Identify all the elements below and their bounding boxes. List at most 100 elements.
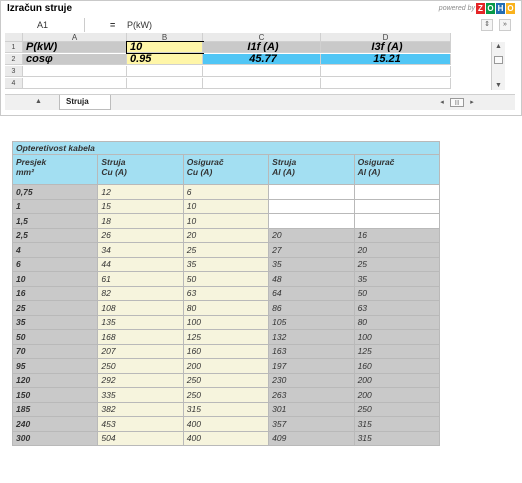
table-cell: 10 (182, 213, 270, 229)
table-cell: 4 (11, 242, 99, 258)
select-all-corner[interactable] (5, 33, 23, 42)
zoho-logo[interactable]: ZOHO (475, 3, 515, 15)
table-cell: 35 (353, 271, 441, 287)
table-cell: 63 (353, 300, 441, 316)
table-cell: 135 (97, 314, 184, 330)
table-cell: 105 (268, 314, 355, 330)
table-cell: 35 (268, 256, 355, 272)
column-header-a[interactable]: A (23, 33, 127, 42)
row-number[interactable]: 2 (5, 54, 23, 65)
table-cell (353, 198, 441, 214)
sheet-cell[interactable] (23, 66, 127, 77)
table-cell: 125 (353, 343, 441, 359)
column-header-c[interactable]: C (203, 33, 321, 42)
table-cell: 1 (11, 198, 99, 214)
sheet-cell[interactable] (321, 66, 451, 77)
row-number[interactable]: 3 (5, 66, 23, 77)
table-cell: 250 (97, 358, 184, 374)
table-cell: 100 (182, 314, 270, 330)
table-cell: 48 (268, 271, 355, 287)
spin-icon[interactable]: ⇕ (481, 19, 493, 31)
table-cell: 197 (268, 358, 355, 374)
table-cell (268, 198, 355, 214)
cable-capacity-table: Opteretivost kabela Presjek mm² Struja Cu (A… (11, 141, 441, 446)
formula-input[interactable] (123, 18, 473, 32)
column-header: Osigurač Cu (A) (182, 154, 270, 185)
sheet-cell[interactable]: 45.77 (203, 54, 321, 65)
horizontal-scrollbar[interactable]: ◂ ||| ▸ (428, 98, 488, 108)
table-cell: 315 (182, 401, 270, 417)
table-cell: 95 (11, 358, 99, 374)
table-cell: 200 (182, 358, 270, 374)
sheet-row: 1 P(kW) 10 I1f (A) I3f (A) (5, 41, 505, 54)
table-cell: 230 (268, 372, 355, 388)
sheet-tab-bar: ▲ Struja ◂ ||| ▸ (5, 94, 515, 110)
sheet-cell[interactable] (127, 66, 203, 77)
table-cell: 250 (182, 387, 270, 403)
table-caption-row: Opteretivost kabela (12, 141, 440, 155)
sheet-cell[interactable] (203, 78, 321, 89)
sheet-cell[interactable]: cosφ (23, 54, 127, 65)
sheet-cell[interactable]: I1f (A) (203, 42, 321, 53)
table-cell: 250 (182, 372, 270, 388)
table-row: 120 292 250 230 200 (11, 372, 441, 388)
table-cell: 35 (11, 314, 99, 330)
scroll-left-icon[interactable]: ◂ (436, 98, 448, 108)
table-cell: 25 (11, 300, 99, 316)
table-cell: 70 (11, 343, 99, 359)
row-number[interactable]: 4 (5, 78, 23, 89)
table-cell: 6 (182, 184, 270, 200)
table-cell: 315 (353, 416, 441, 432)
cell-reference-box[interactable]: A1 (5, 18, 85, 32)
table-row: 1 15 10 (11, 198, 441, 214)
sheet-cell[interactable]: P(kW) (23, 42, 127, 53)
column-header-b[interactable]: B (127, 33, 203, 42)
row-number[interactable]: 1 (5, 42, 23, 53)
table-row: 95 250 200 197 160 (11, 358, 441, 374)
column-header-line: Osigurač (357, 157, 395, 167)
table-cell: 50 (182, 271, 270, 287)
column-header-d[interactable]: D (321, 33, 451, 42)
chevron-down-icon[interactable]: » (499, 19, 511, 31)
table-cell: 64 (268, 285, 355, 301)
table-row: 6 44 35 35 25 (11, 256, 441, 272)
scroll-right-icon[interactable]: ▸ (466, 98, 478, 108)
table-cell: 357 (268, 416, 355, 432)
table-cell (353, 213, 441, 229)
table-cell: 504 (97, 430, 184, 446)
hscroll-thumb[interactable]: ||| (450, 98, 464, 107)
sheet-cell[interactable] (23, 78, 127, 89)
sheet-cell[interactable] (203, 66, 321, 77)
column-header-line: mm² (16, 167, 34, 177)
sheet-cell[interactable]: 15.21 (321, 54, 451, 65)
sheet-cell[interactable] (321, 78, 451, 89)
sheet-tab-struja[interactable]: Struja (59, 95, 111, 110)
table-row: 16 82 63 64 50 (11, 285, 441, 301)
zoho-logo-letter: O (486, 3, 495, 14)
table-cell: 108 (97, 300, 184, 316)
zoho-logo-letter: H (496, 3, 505, 14)
sheet-cell[interactable]: I3f (A) (321, 42, 451, 53)
table-cell: 20 (182, 227, 270, 243)
sheet-cell[interactable] (127, 78, 203, 89)
table-cell: 15 (97, 198, 184, 214)
column-header-line: Al (A) (357, 167, 381, 177)
table-cell (353, 184, 441, 200)
table-cell: 335 (97, 387, 184, 403)
table-cell: 80 (353, 314, 441, 330)
table-row: 25 108 80 86 63 (11, 300, 441, 316)
sheet-row: 4 (5, 78, 505, 89)
table-cell: 315 (353, 430, 441, 446)
table-cell: 6 (11, 256, 99, 272)
sheet-cell[interactable]: 0.95 (127, 54, 203, 65)
sheet-cell[interactable]: 10 (126, 41, 204, 54)
table-row: 0,75 12 6 (11, 184, 441, 200)
table-cell (268, 184, 355, 200)
table-cell: 382 (97, 401, 184, 417)
table-cell: 26 (97, 227, 184, 243)
table-cell: 16 (11, 285, 99, 301)
table-cell: 86 (268, 300, 355, 316)
table-row: 10 61 50 48 35 (11, 271, 441, 287)
table-cell: 409 (268, 430, 355, 446)
tab-scroll-up-icon[interactable]: ▲ (35, 98, 42, 105)
